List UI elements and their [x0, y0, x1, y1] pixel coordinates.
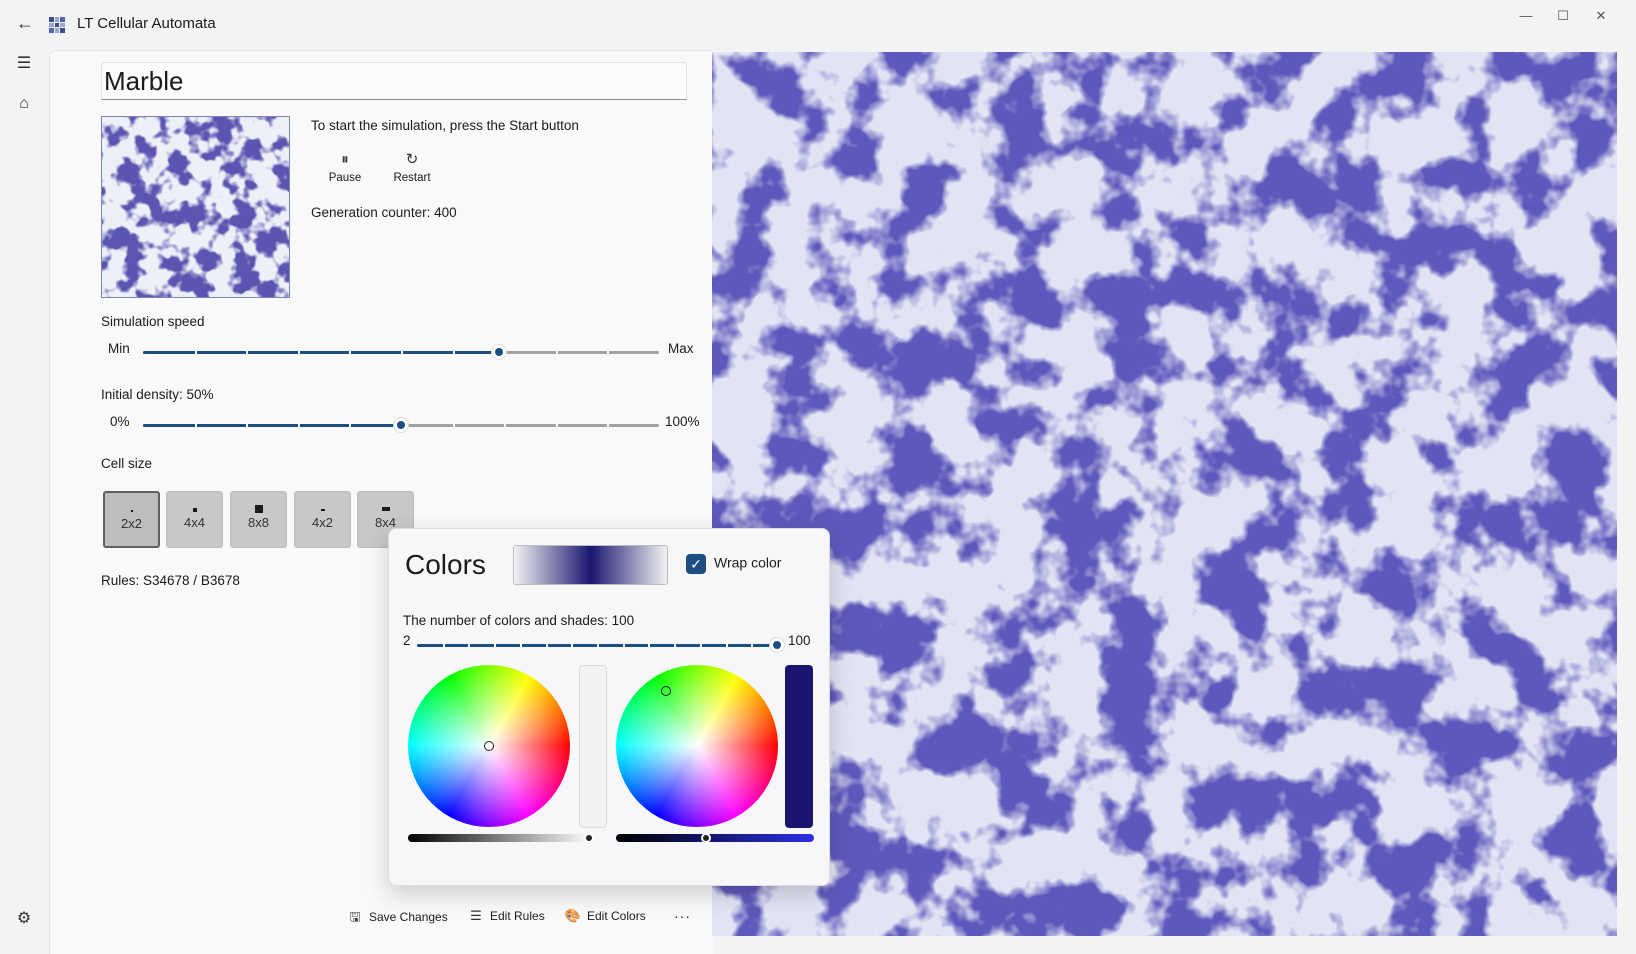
palette-icon: 🎨 [564, 908, 582, 923]
color-wheel-2-knob[interactable] [661, 686, 671, 696]
cell-size-4x2-label: 4x2 [312, 515, 333, 530]
speed-slider-thumb[interactable] [491, 344, 508, 360]
save-changes-button[interactable]: 🖫 Save Changes [346, 908, 448, 930]
speed-slider[interactable] [143, 342, 659, 362]
edit-rules-button[interactable]: ☰ Edit Rules [467, 908, 545, 924]
edit-colors-button[interactable]: 🎨 Edit Colors [564, 908, 646, 924]
cell-size-8x4-preview [381, 507, 390, 511]
hamburger-icon[interactable]: ☰ [13, 53, 35, 75]
color-wheel-1-knob[interactable] [484, 741, 494, 751]
cell-size-2x2-label: 2x2 [121, 516, 142, 531]
window-title: LT Cellular Automata [77, 15, 216, 32]
density-slider-thumb[interactable] [393, 417, 409, 433]
color-count-slider[interactable] [417, 635, 785, 655]
checkmark-icon: ✓ [686, 554, 706, 574]
restart-button[interactable]: ↻ Restart [385, 150, 439, 192]
edit-rules-label: Edit Rules [490, 909, 545, 923]
more-options-button[interactable]: ··· [674, 908, 691, 924]
cell-size-4x2-preview [320, 509, 325, 511]
color-wheel-2[interactable] [616, 665, 778, 827]
cell-size-4x4-preview [192, 508, 197, 512]
arrow-left-icon: ← [16, 13, 34, 33]
cell-size-2x2[interactable]: 2x2 [103, 491, 160, 548]
color-2-brightness-slider[interactable] [616, 833, 814, 843]
rules-text: Rules: S34678 / B3678 [101, 573, 240, 588]
app-icon [49, 17, 65, 33]
start-hint: To start the simulation, press the Start… [311, 118, 579, 133]
maximize-button[interactable]: ☐ [1545, 4, 1581, 28]
colors-title: Colors [405, 549, 486, 580]
density-slider[interactable] [143, 415, 659, 435]
colors-flyout: Colors ✓ Wrap color The number of colors … [388, 528, 830, 886]
speed-max-label: Max [668, 341, 694, 356]
speed-min-label: Min [108, 341, 130, 356]
title-bar: ← LT Cellular Automata — ☐ ✕ [0, 0, 1636, 48]
back-button[interactable]: ← [14, 12, 36, 34]
color-gradient-preview [513, 545, 668, 585]
home-icon[interactable]: ⌂ [13, 93, 35, 115]
cell-size-8x8-preview [254, 505, 263, 513]
cell-size-label: Cell size [101, 456, 153, 471]
automaton-name-input[interactable] [101, 62, 687, 100]
save-icon: 🖫 [349, 909, 361, 924]
pause-label: Pause [328, 172, 362, 184]
wrap-color-checkbox[interactable]: ✓ Wrap color [686, 554, 781, 574]
cell-size-4x2[interactable]: 4x2 [294, 491, 351, 548]
restart-label: Restart [393, 172, 431, 184]
simulation-canvas[interactable] [712, 52, 1617, 936]
color-2-brightness-knob[interactable] [701, 833, 711, 843]
color-count-label: The number of colors and shades: 100 [403, 613, 635, 628]
nav-rail: ☰ ⌂ ⚙ [0, 48, 48, 953]
color-wheel-1[interactable] [408, 665, 570, 827]
color-1-brightness-knob[interactable] [584, 833, 594, 843]
cell-size-4x4[interactable]: 4x4 [166, 491, 223, 548]
gear-icon[interactable]: ⚙ [13, 908, 35, 930]
edit-colors-label: Edit Colors [587, 909, 646, 923]
density-min-label: 0% [110, 414, 130, 429]
cell-size-8x8-label: 8x8 [248, 515, 269, 530]
pause-icon: ⏸ [341, 151, 349, 168]
density-label: Initial density: 50% [101, 387, 214, 402]
cell-size-4x4-label: 4x4 [184, 515, 205, 530]
cell-size-2x2-preview [130, 510, 133, 512]
color-2-swatch [785, 665, 813, 828]
save-changes-label: Save Changes [369, 910, 448, 924]
color-count-max: 100 [788, 633, 811, 648]
cell-size-8x8[interactable]: 8x8 [230, 491, 287, 548]
restart-icon: ↻ [405, 151, 419, 168]
speed-label: Simulation speed [101, 314, 205, 329]
wrap-color-label: Wrap color [714, 554, 782, 571]
automaton-thumbnail [101, 116, 290, 298]
color-count-min: 2 [403, 633, 411, 648]
color-1-brightness-slider[interactable] [408, 833, 594, 843]
pause-button[interactable]: ⏸ Pause [318, 150, 372, 192]
generation-counter: Generation counter: 400 [311, 205, 457, 220]
list-icon: ☰ [470, 908, 482, 923]
minimize-button[interactable]: — [1508, 4, 1544, 28]
close-button[interactable]: ✕ [1583, 4, 1619, 28]
color-count-slider-thumb[interactable] [769, 637, 785, 653]
density-max-label: 100% [665, 414, 700, 429]
color-1-swatch [579, 665, 607, 828]
